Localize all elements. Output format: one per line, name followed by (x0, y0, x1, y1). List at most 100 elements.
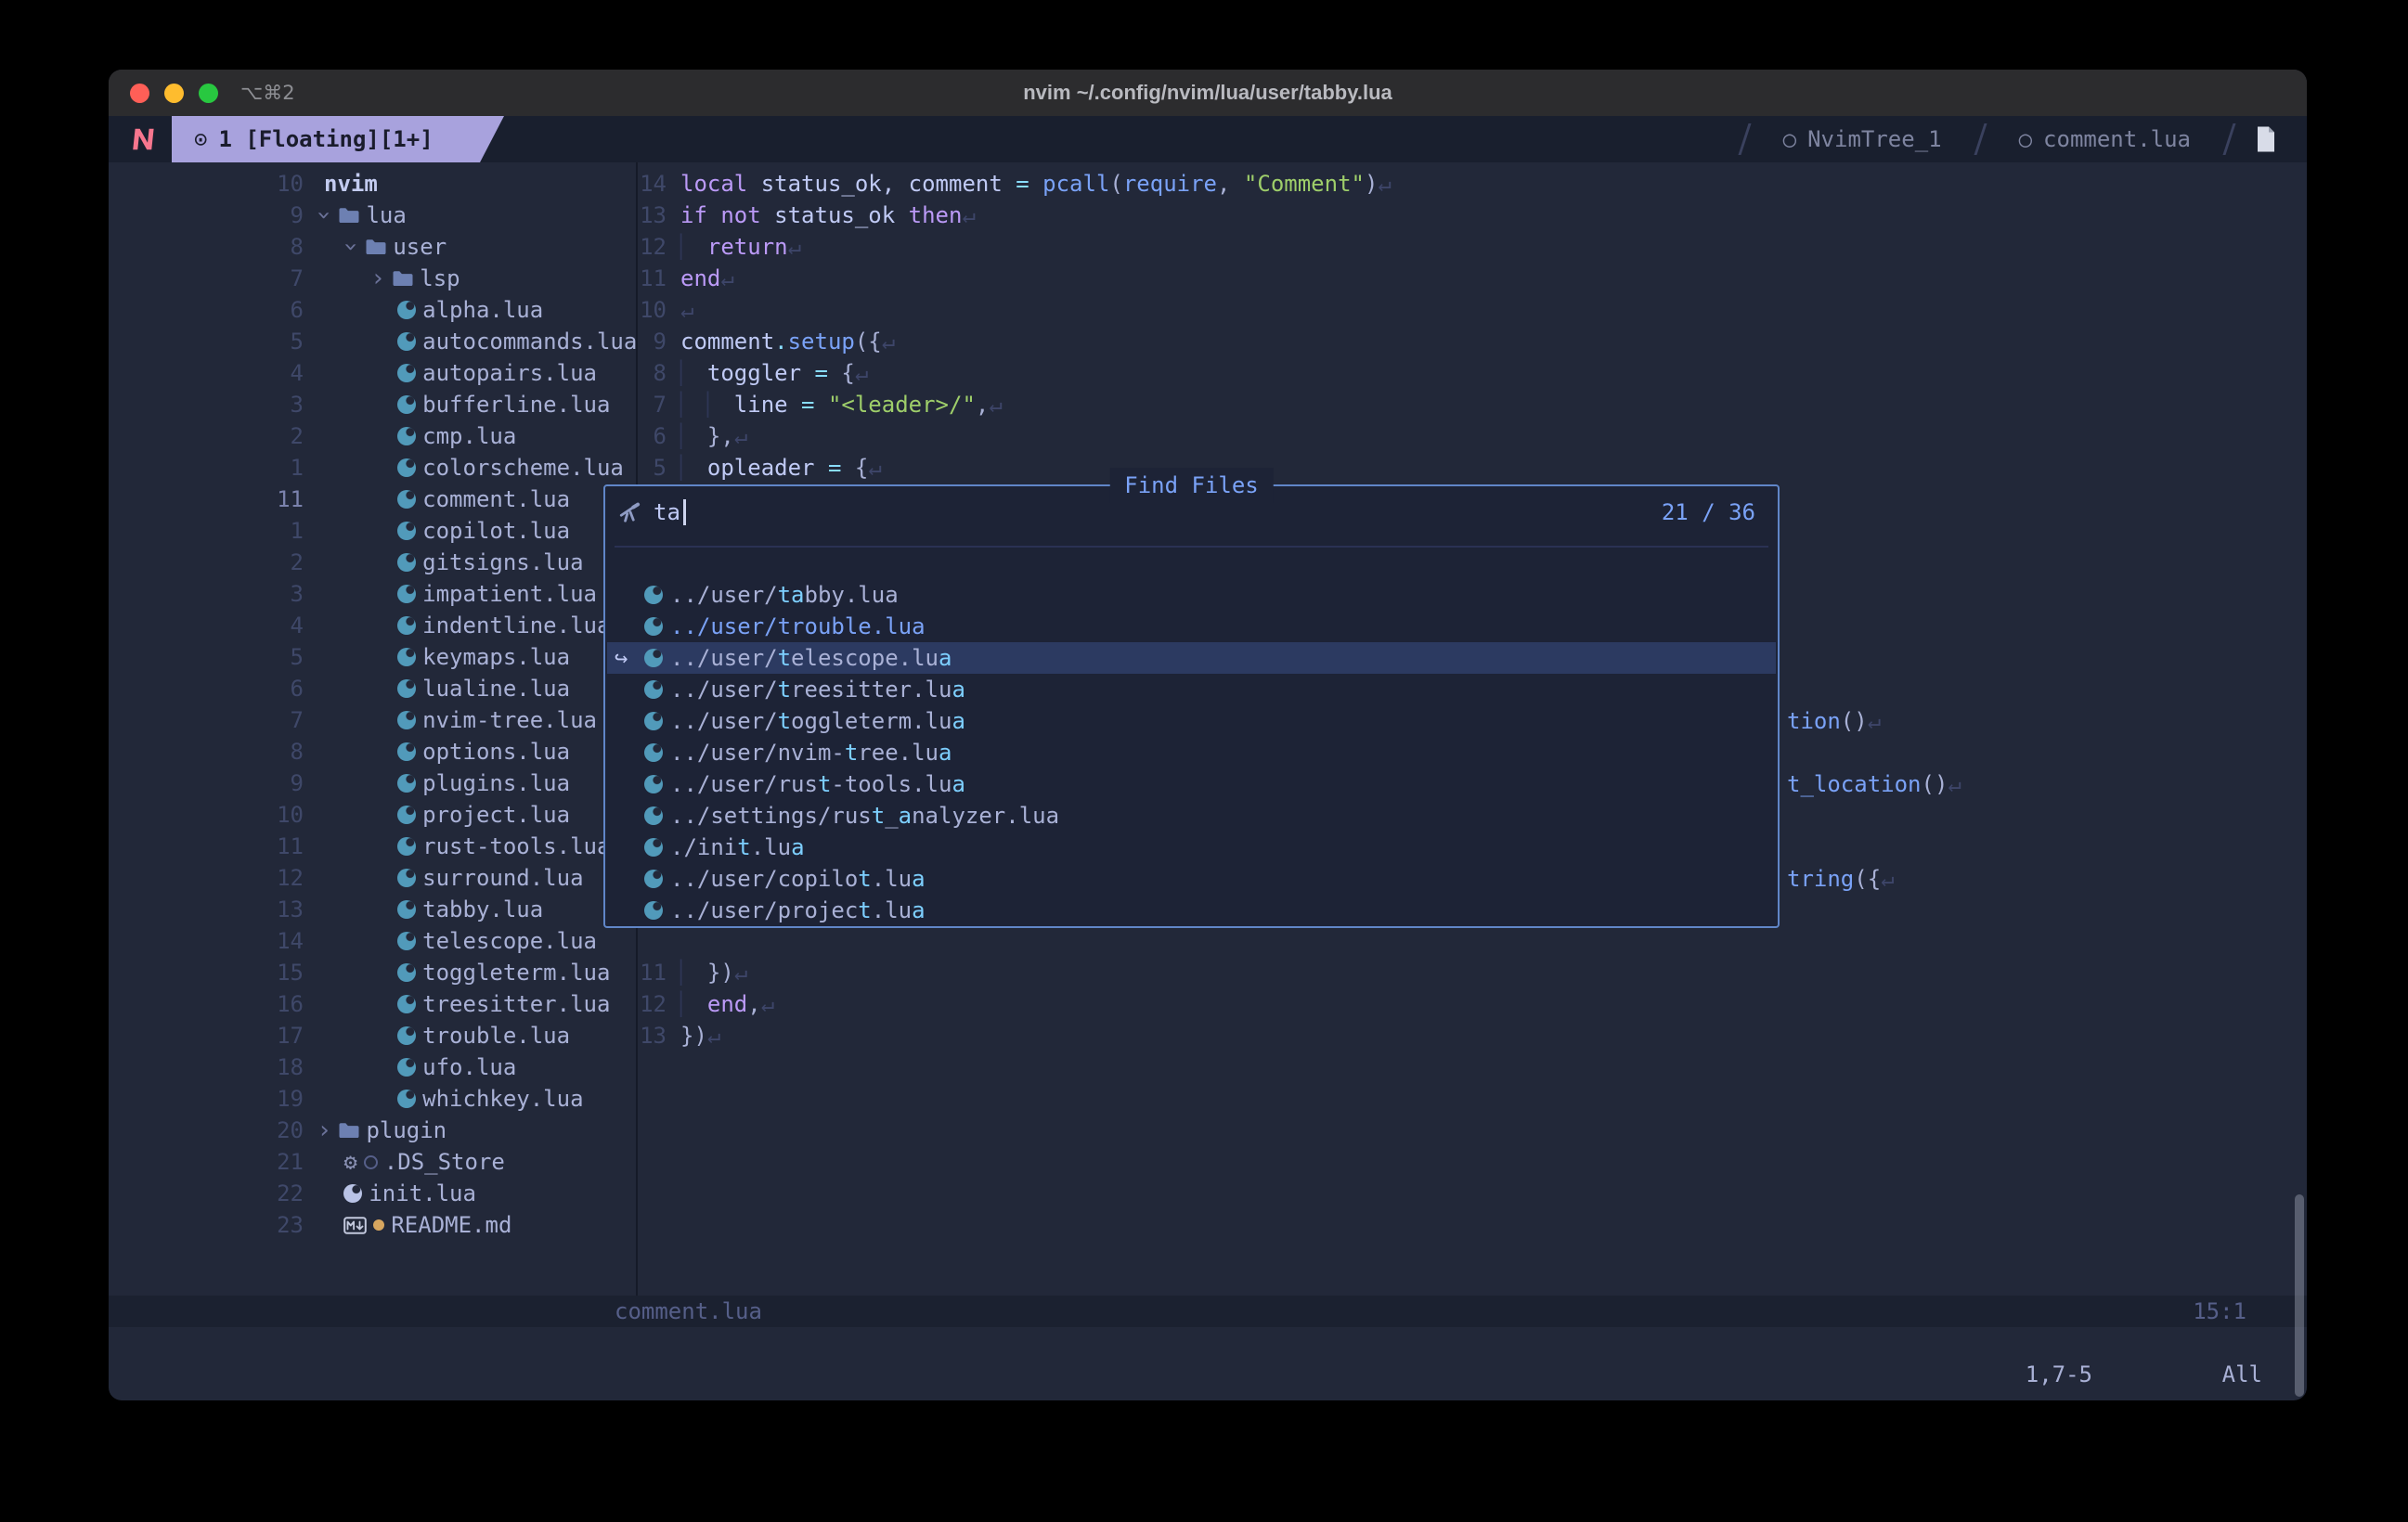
code-text: ↵ (680, 294, 693, 326)
tab-nvimtree[interactable]: ○NvimTree_1 (1746, 116, 1979, 162)
tabline-right: ○NvimTree_1 ○ comment.lua (1743, 116, 2277, 162)
code-line: 14 local status_ok, comment = pcall(requi… (109, 168, 2307, 200)
result-path: ../user/copilot.lua (670, 863, 926, 895)
tab-shortcut-badge: ⌥⌘2 (240, 70, 295, 116)
code-token: , (1217, 171, 1244, 197)
editor-line-number: 10 (545, 294, 667, 326)
code-token: . (774, 329, 787, 355)
tab-circle-icon: ○ (2019, 126, 2032, 152)
path-segment: t (872, 803, 885, 829)
code-text: if not status_ok then↵ (680, 200, 976, 231)
editor-line-number: 14 (545, 168, 667, 200)
code-text: ▏ opleader = {↵ (680, 452, 882, 484)
path-segment: ../user/copilo (670, 866, 858, 892)
code-text: end↵ (680, 263, 734, 294)
path-segment: oggleterm.lu (791, 708, 952, 734)
find-result[interactable]: ../user/rust-tools.lua (607, 768, 1776, 800)
tab-active-floating[interactable]: ⊙1 [Floating][1+] (172, 116, 504, 162)
editor-line-number: 12 (545, 231, 667, 263)
code-token: , (976, 392, 989, 418)
code-text: tion()↵ (1787, 705, 1881, 737)
tab-label: NvimTree_1 (1807, 126, 1942, 152)
result-path: ../user/tabby.lua (670, 579, 899, 611)
search-query[interactable]: ta (654, 488, 686, 536)
code-text: local status_ok, comment = pcall(require… (680, 168, 1392, 200)
indent-guide: ▏ ▏ (680, 392, 734, 418)
code-text: comment.setup({↵ (680, 326, 895, 357)
indent-guide: ▏ (680, 360, 707, 386)
selection-arrow-icon: ↪ (615, 642, 628, 674)
eol-marker: ↵ (1881, 866, 1894, 892)
lua-file-icon (644, 743, 663, 762)
lua-file-icon (644, 712, 663, 730)
indent-guide: ▏ (680, 455, 707, 481)
editor-line-number: 8 (545, 357, 667, 389)
find-result[interactable]: ../user/treesitter.lua (607, 674, 1776, 705)
window-title: nvim ~/.config/nvim/lua/user/tabby.lua (387, 70, 2028, 116)
zoom-button[interactable] (199, 84, 218, 103)
path-segment: t (845, 740, 858, 766)
cursor-position: 1,7-5 (2026, 1359, 2092, 1390)
path-segment: t (778, 645, 791, 671)
code-token: { (841, 360, 854, 386)
code-token: "<leader>/" (828, 392, 976, 418)
code-token: status_ok, comment (761, 171, 1016, 197)
path-segment: t (818, 771, 831, 797)
eol-marker: ↵ (855, 360, 868, 386)
code-line: 13})↵ (109, 1020, 2307, 1051)
find-result[interactable]: ../settings/rust_analyzer.lua (607, 800, 1776, 832)
code-token: ) (1365, 171, 1378, 197)
tab-label: comment.lua (2043, 126, 2191, 152)
path-segment: ../user/rus (670, 771, 818, 797)
scroll-indicator: All (2222, 1359, 2262, 1390)
lua-file-icon (644, 649, 663, 667)
text-cursor (683, 499, 686, 525)
path-segment: ../user/ (670, 582, 778, 608)
find-result[interactable]: ./init.lua (607, 832, 1776, 863)
code-token: ( (1109, 171, 1122, 197)
code-token: = (815, 360, 842, 386)
code-line: 7 ▏ ▏ line = "<leader>/",↵ (109, 389, 2307, 420)
code-token: tion (1787, 708, 1841, 734)
path-segment: a (939, 645, 952, 671)
find-result[interactable]: ../user/project.lua (607, 895, 1776, 926)
find-files-popup: Find Files ta 21 / 36 ../user/tabby.lua.… (603, 484, 1780, 928)
find-result[interactable]: ../user/toggleterm.lua (607, 705, 1776, 737)
eol-marker: ↵ (720, 265, 733, 291)
titlebar[interactable]: ⌥⌘2 nvim ~/.config/nvim/lua/user/tabby.l… (109, 70, 2307, 116)
code-token: line (734, 392, 801, 418)
find-result[interactable]: ../user/trouble.lua (607, 611, 1776, 642)
editor-line-number: 7 (545, 389, 667, 420)
close-button[interactable] (130, 84, 149, 103)
code-token: "Comment" (1244, 171, 1365, 197)
lua-file-icon (644, 806, 663, 825)
find-result[interactable]: ../user/nvim-tree.lua (607, 737, 1776, 768)
ruler: 1,7-5 All (109, 1359, 2307, 1390)
result-path: ./init.lua (670, 832, 805, 863)
minimize-button[interactable] (164, 84, 184, 103)
code-text: ▏ })↵ (680, 957, 747, 988)
code-line: 8▏ toggler = {↵ (109, 357, 2307, 389)
result-path: ../user/treesitter.lua (670, 674, 965, 705)
path-segment: bby.lua (805, 582, 899, 608)
scrollbar[interactable] (2295, 1194, 2304, 1397)
path-segment: ../user/nvim- (670, 740, 845, 766)
editor-line-number: 9 (545, 326, 667, 357)
code-token: return (707, 234, 788, 260)
tab-comment[interactable]: ○ comment.lua (1982, 116, 2228, 162)
code-text: ▏ ▏ line = "<leader>/",↵ (680, 389, 1003, 420)
terminal-window: ⌥⌘2 nvim ~/.config/nvim/lua/user/tabby.l… (109, 70, 2307, 1400)
code-text: tring({↵ (1787, 863, 1895, 895)
code-token: }, (707, 423, 734, 449)
code-token: = (1016, 171, 1042, 197)
find-result[interactable]: ↪../user/telescope.lua (607, 642, 1776, 674)
document-icon (2255, 125, 2277, 153)
path-segment: ../user/projec (670, 897, 858, 923)
find-result[interactable]: ../user/copilot.lua (607, 863, 1776, 895)
path-segment: _ (885, 803, 898, 829)
eol-marker: ↵ (707, 1023, 720, 1049)
find-result[interactable]: ../user/tabby.lua (607, 579, 1776, 611)
eol-marker: ↵ (680, 297, 693, 323)
code-token: opleader (707, 455, 828, 481)
path-segment: ../user/ (670, 708, 778, 734)
